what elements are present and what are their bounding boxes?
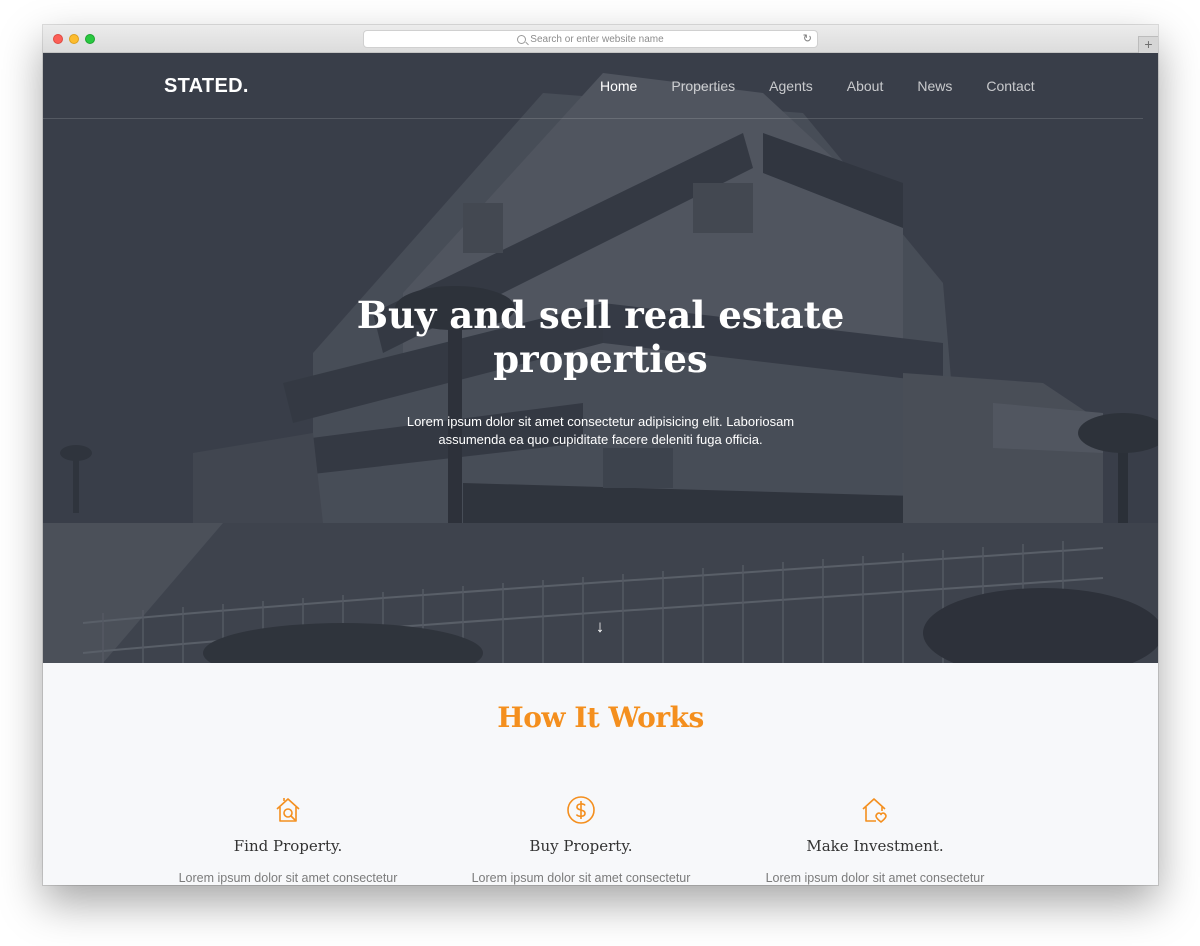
hero-subtitle: Lorem ipsum dolor sit amet consectetur a… bbox=[43, 413, 1158, 449]
main-nav: Home Properties Agents About News Contac… bbox=[600, 78, 1069, 94]
hero-title-line-2: properties bbox=[493, 337, 708, 381]
close-window-button[interactable] bbox=[53, 34, 63, 44]
nav-about[interactable]: About bbox=[847, 78, 884, 94]
step-buy-property: Buy Property. Lorem ipsum dolor sit amet… bbox=[456, 795, 706, 885]
hero-title-line-1: Buy and sell real estate bbox=[356, 293, 845, 337]
new-tab-button[interactable]: + bbox=[1138, 36, 1158, 53]
reload-icon[interactable]: ↻ bbox=[803, 33, 812, 45]
arrow-down-icon[interactable]: ↓ bbox=[592, 618, 608, 636]
site-navbar: STATED. Home Properties Agents About New… bbox=[43, 53, 1143, 119]
step-text: Lorem ipsum dolor sit amet consectetur bbox=[765, 871, 985, 885]
step-make-investment: Make Investment. Lorem ipsum dolor sit a… bbox=[750, 795, 1000, 885]
hero-subtitle-line-1: Lorem ipsum dolor sit amet consectetur a… bbox=[406, 414, 795, 429]
hero-section: STATED. Home Properties Agents About New… bbox=[43, 53, 1158, 663]
browser-toolbar: Search or enter website name ↻ + bbox=[43, 25, 1158, 53]
step-text: Lorem ipsum dolor sit amet consectetur bbox=[471, 871, 691, 885]
dollar-coin-icon bbox=[567, 796, 595, 824]
nav-properties[interactable]: Properties bbox=[671, 78, 735, 94]
browser-window: Search or enter website name ↻ + STATED.… bbox=[43, 25, 1158, 885]
hero-subtitle-line-2: assumenda ea quo cupiditate facere delen… bbox=[438, 432, 763, 447]
hero-title: Buy and sell real estate properties bbox=[43, 293, 1158, 381]
house-search-icon bbox=[276, 798, 300, 822]
nav-home[interactable]: Home bbox=[600, 78, 637, 94]
step-title: Find Property. bbox=[233, 837, 343, 855]
how-it-works-section: How It Works Find Property. Lorem ipsum … bbox=[43, 663, 1158, 885]
nav-contact[interactable]: Contact bbox=[986, 78, 1034, 94]
site-logo[interactable]: STATED. bbox=[164, 75, 249, 98]
step-find-property: Find Property. Lorem ipsum dolor sit ame… bbox=[163, 795, 413, 885]
address-bar-placeholder: Search or enter website name bbox=[530, 33, 664, 45]
step-title: Make Investment. bbox=[806, 837, 944, 855]
step-title: Buy Property. bbox=[529, 837, 633, 855]
minimize-window-button[interactable] bbox=[69, 34, 79, 44]
nav-agents[interactable]: Agents bbox=[769, 78, 813, 94]
search-icon bbox=[517, 34, 527, 44]
section-title: How It Works bbox=[497, 701, 704, 734]
house-heart-icon bbox=[862, 798, 887, 823]
maximize-window-button[interactable] bbox=[85, 34, 95, 44]
step-text: Lorem ipsum dolor sit amet consectetur bbox=[178, 871, 398, 885]
address-bar[interactable]: Search or enter website name ↻ bbox=[363, 30, 818, 48]
nav-news[interactable]: News bbox=[917, 78, 952, 94]
